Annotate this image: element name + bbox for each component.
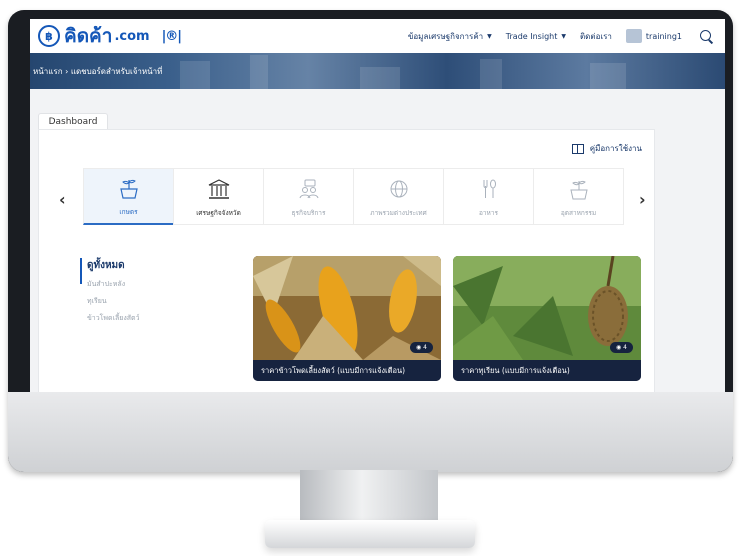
nav-contact[interactable]: ติดต่อเรา [580,30,612,43]
avatar [625,29,642,43]
category-label: ธุรกิจบริการ [291,209,326,217]
filter-all[interactable]: ดูทั้งหมด [87,258,140,273]
category-label: เกษตร [119,208,138,216]
chevron-down-icon: ▼ [561,32,566,40]
screen: ฿ คิดค้า .com |®| ข้อมูลเศรษฐกิจการค้า ▼… [30,19,725,394]
search-icon[interactable] [700,29,713,43]
user-manual-link[interactable]: คู่มือการใช้งาน [571,142,642,155]
category-label: เศรษฐกิจจังหวัด [196,209,241,217]
top-navbar: ฿ คิดค้า .com |®| ข้อมูลเศรษฐกิจการค้า ▼… [30,19,725,53]
filter-item-feed-corn[interactable]: ข้าวโพดเลี้ยงสัตว์ [87,313,140,324]
category-label: อาหาร [479,209,498,217]
skyline-decoration [180,61,210,89]
fork-spoon-icon [483,179,496,198]
chevron-down-icon: ▼ [487,32,492,40]
book-icon [571,143,584,154]
category-agriculture[interactable]: เกษตร [83,168,174,225]
nav-trade-insight[interactable]: Trade Insight ▼ [506,32,566,41]
user-name: training1 [645,31,682,41]
monitor-stand-base [265,520,475,548]
skyline-decoration [480,59,502,89]
skyline-decoration [590,63,626,89]
filter-list: ดูทั้งหมด มันสำปะหลัง ทุเรียน ข้าวโพดเลี… [80,258,140,330]
dashboard-card-durian[interactable]: ◉ 4 ราคาทุเรียน (แบบมีการแจ้งเตือน) [453,256,641,381]
logo-text: คิดค้า [64,25,113,47]
page-banner: หน้าแรก › แดชบอร์ดสำหรับเจ้าหน้าที่ [30,53,725,89]
dashboard-panel: คู่มือการใช้งาน ‹ › เกษตร เศรษฐกิจจังหวั… [38,129,655,394]
service-people-icon [299,179,318,199]
category-label: อุตสาหกรรม [560,209,597,217]
main-nav: ข้อมูลเศรษฐกิจการค้า ▼ Trade Insight ▼ ต… [394,29,725,43]
nav-label: ข้อมูลเศรษฐกิจการค้า [407,31,484,41]
category-services[interactable]: ธุรกิจบริการ [263,168,354,225]
skyline-decoration [360,67,400,89]
category-carousel: เกษตร เศรษฐกิจจังหวัด ธุรกิจบริการ ภาพรว… [83,168,624,225]
bank-building-icon [208,179,229,199]
monitor-chin [8,392,733,472]
nav-trade-economy[interactable]: ข้อมูลเศรษฐกิจการค้า ▼ [408,30,492,43]
category-food[interactable]: อาหาร [443,168,534,225]
filter-item-cassava[interactable]: มันสำปะหลัง [87,279,140,290]
category-label: ภาพรวมต่างประเทศ [370,209,427,217]
view-count: 4 [623,344,627,351]
tab-dashboard[interactable]: Dashboard [38,113,108,130]
nav-label: ติดต่อเรา [579,31,612,41]
filter-item-durian[interactable]: ทุเรียน [87,296,140,307]
logo-emblem-icon: ฿ [38,25,60,47]
plant-pot-icon [569,180,588,200]
monitor-stand-neck [300,470,438,525]
site-logo[interactable]: ฿ คิดค้า .com [38,21,150,51]
category-provincial-economy[interactable]: เศรษฐกิจจังหวัด [173,168,264,225]
category-overseas-overview[interactable]: ภาพรวมต่างประเทศ [353,168,444,225]
view-count-badge: ◉ 4 [610,342,633,353]
category-industry[interactable]: อุตสาหกรรม [533,168,624,225]
user-menu[interactable]: training1 [625,29,682,43]
globe-icon [390,180,407,198]
view-count: 4 [423,344,427,351]
plant-pot-icon [119,179,138,199]
user-manual-label: คู่มือการใช้งาน [589,144,642,153]
dashboard-card-corn[interactable]: ◉ 4 ราคาข้าวโพดเลี้ยงสัตว์ (แบบมีการแจ้ง… [253,256,441,381]
carousel-next-button[interactable]: › [639,190,646,209]
view-count-badge: ◉ 4 [410,342,433,353]
logo-suffix: .com [114,28,150,44]
skyline-decoration [250,55,268,89]
filter-active-indicator [80,258,82,284]
card-title: ราคาทุเรียน (แบบมีการแจ้งเตือน) [453,360,641,381]
breadcrumb[interactable]: หน้าแรก › แดชบอร์ดสำหรับเจ้าหน้าที่ [33,65,162,78]
carousel-prev-button[interactable]: ‹ [59,190,66,209]
card-title: ราคาข้าวโพดเลี้ยงสัตว์ (แบบมีการแจ้งเตือ… [253,360,441,381]
nav-label: Trade Insight [505,31,558,41]
partner-logo: |®| [161,28,182,44]
